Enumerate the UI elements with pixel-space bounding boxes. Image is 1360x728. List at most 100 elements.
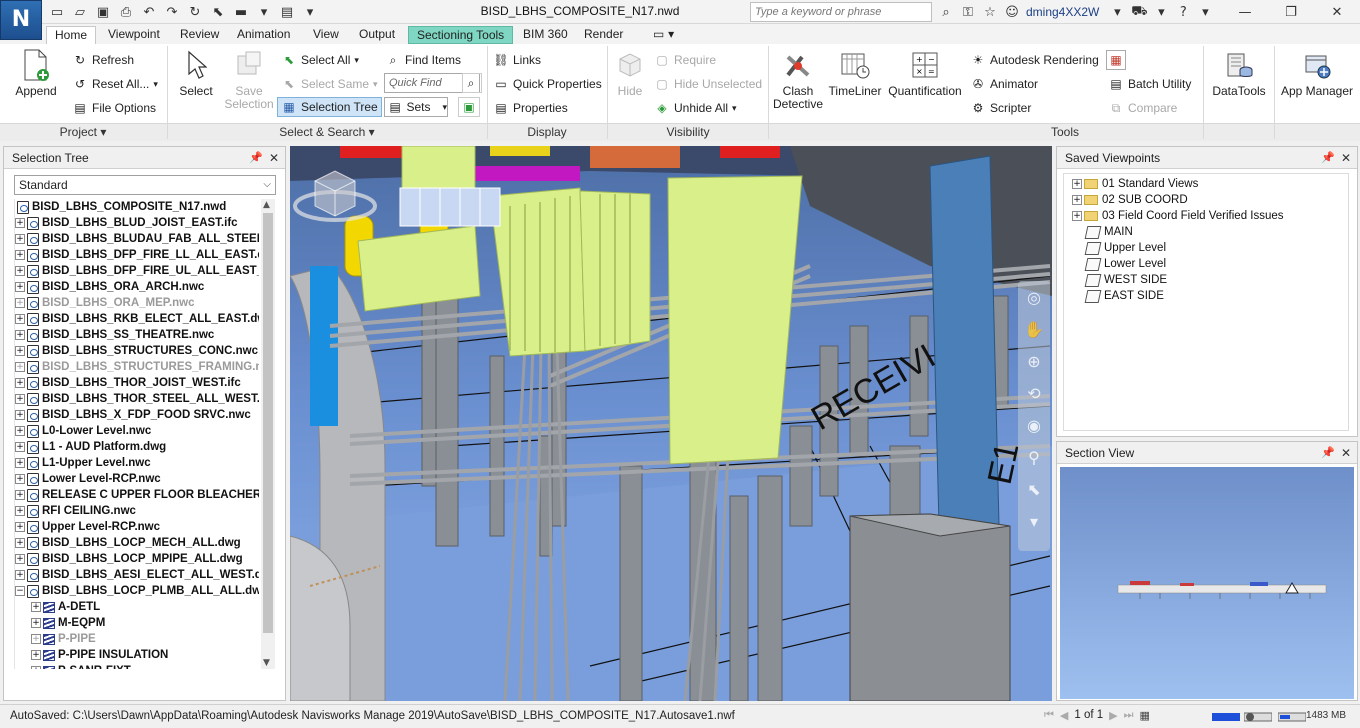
help-search-input[interactable]: Type a keyword or phrase [750, 2, 932, 22]
tree-item[interactable]: + BISD_LBHS_DFP_FIRE_LL_ALL_EAST.dv [15, 247, 259, 263]
tree-layer-item[interactable]: + A-DETL [15, 599, 259, 615]
expand-icon[interactable]: + [15, 458, 25, 468]
orbit-icon[interactable]: ⟲ [1018, 377, 1050, 409]
expand-icon[interactable]: + [15, 570, 25, 580]
refresh-icon[interactable]: ↻ [184, 3, 206, 21]
scrollbar-thumb[interactable] [263, 213, 273, 633]
first-page-icon[interactable]: ⏮ [1044, 708, 1054, 722]
next-page-icon[interactable]: ▶ [1109, 709, 1117, 722]
tab-home[interactable]: Home [46, 26, 97, 44]
viewpoint-item[interactable]: MAIN [1064, 224, 1348, 240]
append-button[interactable]: Append [12, 48, 60, 98]
look-around-icon[interactable]: ◉ [1018, 409, 1050, 441]
user-icon[interactable]: ☺ [1002, 2, 1022, 22]
viewpoint-item[interactable]: WEST SIDE [1064, 272, 1348, 288]
tree-item[interactable]: + BISD_LBHS_ORA_ARCH.nwc [15, 279, 259, 295]
collapse-icon[interactable]: − [15, 586, 25, 596]
reset-all-button[interactable]: ↺ Reset All... ▾ [72, 74, 158, 94]
tree-item[interactable]: + Lower Level-RCP.nwc [15, 471, 259, 487]
viewcube-icon[interactable] [290, 146, 380, 236]
tab-output[interactable]: Output [351, 26, 403, 44]
scripter-button[interactable]: ⚙ Scripter [970, 98, 1032, 118]
app-manager-button[interactable]: App Manager [1278, 48, 1356, 98]
expand-icon[interactable]: + [15, 250, 25, 260]
tree-item[interactable]: + BISD_LBHS_DFP_FIRE_UL_ALL_EAST_V [15, 263, 259, 279]
tab-bim-360[interactable]: BIM 360 [515, 26, 576, 44]
unhide-all-button[interactable]: ◈ Unhide All ▾ [654, 98, 736, 118]
section-view-canvas[interactable] [1060, 467, 1354, 699]
close-icon[interactable]: ✕ [1341, 147, 1351, 169]
print-icon[interactable]: ⎙ [115, 3, 137, 21]
save-icon[interactable]: ▣ [92, 3, 114, 21]
tree-item[interactable]: + L1 - AUD Platform.dwg [15, 439, 259, 455]
expand-icon[interactable]: + [15, 474, 25, 484]
tree-mode-select[interactable]: Standard ⌵ [14, 175, 276, 195]
tree-item[interactable]: + BISD_LBHS_ORA_MEP.nwc [15, 295, 259, 311]
customize-icon[interactable]: ▾ [299, 3, 321, 21]
tree-item[interactable]: + Upper Level-RCP.nwc [15, 519, 259, 535]
viewpoint-item[interactable]: Lower Level [1064, 256, 1348, 272]
save-selection-button[interactable]: Save Selection [222, 48, 276, 111]
tree-item[interactable]: + BISD_LBHS_BLUD_JOIST_EAST.ifc [15, 215, 259, 231]
expand-icon[interactable]: + [31, 602, 41, 612]
hide-button[interactable]: Hide [610, 48, 650, 98]
tree-layer-item[interactable]: + P-PIPE INSULATION [15, 647, 259, 663]
expand-icon[interactable]: + [15, 346, 25, 356]
scroll-up-icon[interactable]: ▲ [263, 200, 270, 210]
expand-icon[interactable]: + [31, 618, 41, 628]
project-panel-label[interactable]: Project ▾ [0, 124, 166, 140]
select-same-button[interactable]: ⬉ Select Same ▾ [281, 74, 378, 94]
manage-sets-button[interactable]: ▣ [458, 97, 480, 117]
expand-icon[interactable]: + [15, 362, 25, 372]
expand-icon[interactable]: + [15, 426, 25, 436]
autodesk-rendering-button[interactable]: ☀ Autodesk Rendering [970, 50, 1099, 70]
expand-icon[interactable]: + [31, 634, 41, 644]
tree-item[interactable]: + BISD_LBHS_AESI_ELECT_ALL_WEST.dw [15, 567, 259, 583]
viewpoint-item[interactable]: EAST SIDE [1064, 288, 1348, 304]
appearance-profiler-button[interactable]: ▦ [1106, 50, 1126, 70]
expand-icon[interactable]: + [15, 266, 25, 276]
pin-icon[interactable]: 📌 [1321, 442, 1335, 464]
expand-icon[interactable]: + [15, 506, 25, 516]
properties-button[interactable]: ▤ Properties [493, 98, 567, 118]
last-page-icon[interactable]: ⏭ [1124, 708, 1134, 722]
animator-button[interactable]: ✇ Animator [970, 74, 1038, 94]
tab-animation[interactable]: Animation [229, 26, 298, 44]
tree-root[interactable]: BISD_LBHS_COMPOSITE_N17.nwd [15, 199, 259, 215]
select-nav-icon[interactable]: ⬉ [1018, 473, 1050, 505]
expand-icon[interactable]: + [15, 314, 25, 324]
quantification-button[interactable]: + − × = Quantification [884, 48, 966, 98]
tree-scrollbar[interactable]: ▲ ▼ [261, 199, 275, 669]
scroll-down-icon[interactable]: ▼ [263, 658, 270, 668]
cart-icon[interactable]: ⛟ [1129, 2, 1149, 22]
tab-review[interactable]: Review [172, 26, 227, 44]
expand-icon[interactable]: + [1072, 179, 1082, 189]
user-dropdown-icon[interactable]: ▾ [1107, 2, 1127, 22]
store-dropdown-icon[interactable]: ▾ [1151, 2, 1171, 22]
compare-button[interactable]: ⧉ Compare [1108, 98, 1178, 118]
quick-find-go-button[interactable]: ⌕ [462, 73, 482, 93]
tree-item[interactable]: + BISD_LBHS_THOR_JOIST_WEST.ifc [15, 375, 259, 391]
viewpoint-folder[interactable]: +01 Standard Views [1064, 176, 1348, 192]
expand-icon[interactable]: + [15, 298, 25, 308]
select-all-button[interactable]: ⬉ Select All ▾ [281, 50, 359, 70]
find-items-button[interactable]: ⌕ Find Items [385, 50, 461, 70]
tree-item[interactable]: + BISD_LBHS_STRUCTURES_CONC.nwc [15, 343, 259, 359]
help-dropdown-icon[interactable]: ▾ [1195, 2, 1215, 22]
help-icon[interactable]: ? [1173, 2, 1193, 22]
expand-icon[interactable]: + [15, 522, 25, 532]
application-menu-button[interactable]: N [0, 0, 42, 40]
hide-unselected-button[interactable]: ▢ Hide Unselected [654, 74, 762, 94]
measure-icon[interactable]: ▬ [230, 3, 252, 21]
prev-page-icon[interactable]: ◀ [1060, 709, 1068, 722]
tab-viewpoint[interactable]: Viewpoint [100, 26, 168, 44]
viewpoint-item[interactable]: Upper Level [1064, 240, 1348, 256]
quick-properties-button[interactable]: ▭ Quick Properties [493, 74, 601, 94]
tree-item[interactable]: + BISD_LBHS_STRUCTURES_FRAMING.nv [15, 359, 259, 375]
walk-icon[interactable]: ⚲ [1018, 441, 1050, 473]
expand-icon[interactable]: + [15, 394, 25, 404]
saved-viewpoints-tree[interactable]: +01 Standard Views +02 SUB COORD +03 Field… [1063, 173, 1349, 431]
expand-icon[interactable]: + [15, 442, 25, 452]
tab-view[interactable]: View [305, 26, 347, 44]
batch-utility-button[interactable]: ▤ Batch Utility [1108, 74, 1191, 94]
